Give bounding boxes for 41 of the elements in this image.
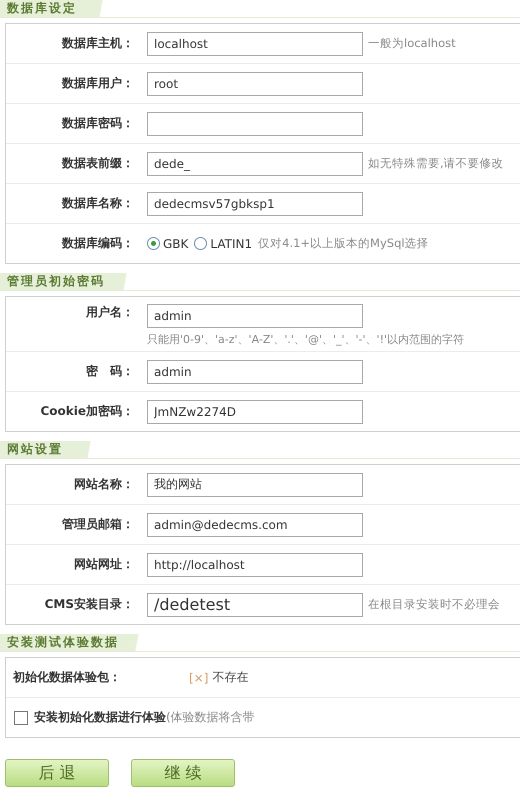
field-label: 数据库主机： bbox=[60, 35, 135, 52]
text-field[interactable]: dede_ bbox=[147, 152, 363, 176]
text-field[interactable]: admin bbox=[147, 360, 363, 384]
field-hint: 只能用'0-9'、'a-z'、'A-Z'、'.'、'@'、'_'、'-'、'!'以内范围的字符 bbox=[147, 332, 464, 347]
field-hint: 如无特殊需要,请不要修改 bbox=[368, 156, 504, 171]
radio-label: LATIN1 bbox=[210, 236, 252, 250]
text-field[interactable]: admin bbox=[147, 304, 363, 328]
field-label: 网站名称： bbox=[73, 476, 135, 493]
field-label: 用户名： bbox=[85, 304, 135, 321]
nav-button[interactable]: 后 退 bbox=[5, 759, 109, 787]
checkbox[interactable] bbox=[14, 710, 28, 724]
field-hint: 仅对4.1+以上版本的MySql选择 bbox=[258, 236, 429, 251]
text-field[interactable]: localhost bbox=[147, 32, 363, 56]
radio-button[interactable] bbox=[194, 237, 208, 250]
text-field[interactable]: http://localhost bbox=[147, 552, 363, 576]
field-hint: 在根目录安装时不必理会 bbox=[368, 597, 500, 612]
field-label: CMS安装目录： bbox=[44, 596, 135, 613]
field-label: 数据库密码： bbox=[60, 115, 135, 132]
text-field[interactable]: root bbox=[147, 72, 363, 96]
cross-mark: [×] bbox=[189, 670, 208, 684]
text-field[interactable]: admin@dedecms.com bbox=[147, 512, 363, 536]
field-label: 数据库编码： bbox=[60, 235, 135, 252]
checkbox-label: 安装初始化数据进行体验 bbox=[34, 709, 166, 726]
checkbox-note: (体验数据将含带 bbox=[166, 709, 255, 726]
radio-button[interactable] bbox=[147, 237, 160, 250]
field-label: 初始化数据体验包： bbox=[12, 669, 122, 686]
text-field[interactable]: 我的网站 bbox=[147, 472, 363, 496]
radio-label: GBK bbox=[163, 236, 188, 250]
field-label: 管理员邮箱： bbox=[61, 516, 135, 533]
field-label: 数据表前缀： bbox=[60, 155, 135, 172]
text-field[interactable]: /dedetest bbox=[147, 592, 363, 616]
status-text: 不存在 bbox=[212, 669, 248, 686]
nav-button[interactable]: 继 续 bbox=[131, 759, 235, 787]
field-label: 数据库用户： bbox=[60, 75, 135, 92]
text-field[interactable]: dedecmsv57gbksp1 bbox=[147, 192, 363, 216]
text-field[interactable] bbox=[147, 112, 363, 136]
field-label: Cookie加密码： bbox=[39, 403, 135, 420]
field-label: 网站网址： bbox=[73, 556, 135, 573]
field-label: 密 码： bbox=[85, 363, 135, 380]
field-hint: 一般为localhost bbox=[368, 36, 456, 51]
field-label: 数据库名称： bbox=[60, 195, 135, 212]
